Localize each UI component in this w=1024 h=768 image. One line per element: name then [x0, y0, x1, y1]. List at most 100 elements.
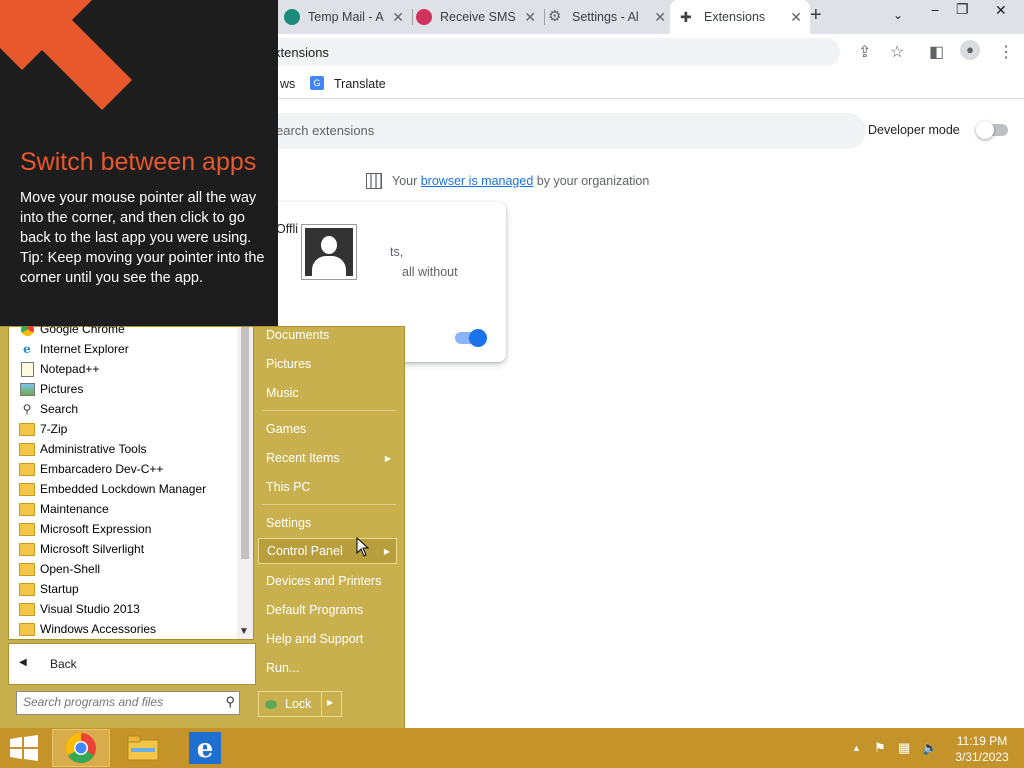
user-folder[interactable]: M4 [258, 291, 397, 317]
program-folder[interactable]: Administrative Tools [19, 439, 147, 459]
program-item[interactable]: e Internet Explorer [19, 339, 129, 359]
program-label: Visual Studio 2013 [40, 602, 140, 616]
menu-separator [262, 504, 396, 505]
pictures-item[interactable]: Pictures [258, 351, 397, 377]
taskbar-file-explorer[interactable] [114, 729, 172, 767]
share-icon[interactable]: ⇪ [858, 42, 871, 62]
program-label: Embarcadero Dev-C++ [40, 462, 164, 476]
clock-date: 3/31/2023 [955, 750, 1009, 764]
developer-mode-toggle[interactable] [976, 121, 1008, 139]
restore-icon[interactable]: ❐ [956, 1, 969, 18]
control-panel-item[interactable]: Control Panel ▶ [258, 538, 397, 564]
program-folder[interactable]: Windows Accessories [19, 619, 156, 639]
volume-muted-icon[interactable]: 🔈 [922, 740, 938, 756]
new-tab-button[interactable]: + [810, 4, 822, 27]
folder-icon [19, 601, 35, 617]
this-pc-item[interactable]: This PC [258, 474, 397, 500]
receive-sms-icon [416, 9, 432, 25]
scroll-down-icon[interactable]: ▼ [239, 626, 249, 637]
user-avatar[interactable] [301, 224, 357, 280]
taskbar-internet-explorer[interactable]: e [176, 729, 234, 767]
tooltip-title: Switch between apps [20, 148, 257, 176]
help-support-item[interactable]: Help and Support [258, 626, 397, 652]
profile-icon[interactable]: ● [960, 40, 980, 60]
browser-managed-link[interactable]: browser is managed [421, 174, 534, 188]
programs-list: Google Chrome e Internet Explorer Notepa… [8, 322, 254, 640]
show-hidden-icons-icon[interactable]: ▲ [852, 743, 861, 753]
close-icon[interactable]: ✕ [392, 9, 404, 26]
file-explorer-icon [127, 735, 159, 761]
extension-enable-toggle[interactable] [455, 329, 487, 347]
side-panel-icon[interactable]: ◧ [929, 42, 944, 62]
default-programs-item[interactable]: Default Programs [258, 597, 397, 623]
network-icon[interactable]: ▦ [898, 740, 910, 756]
extensions-search[interactable]: earch extensions [200, 113, 866, 149]
music-item[interactable]: Music [258, 380, 397, 406]
extensions-search-placeholder: earch extensions [276, 123, 375, 138]
submenu-arrow-icon: ▶ [384, 453, 391, 463]
lock-icon [265, 699, 277, 709]
lock-options-arrow-icon[interactable]: ▶ [327, 698, 333, 707]
lock-button[interactable]: Lock ▶ [258, 691, 342, 717]
folder-icon [19, 501, 35, 517]
close-icon[interactable]: ✕ [790, 9, 802, 26]
gear-icon: ⚙ [548, 8, 562, 25]
bookmark-news[interactable]: ws [280, 77, 295, 91]
program-folder[interactable]: Startup [19, 579, 79, 599]
extension-desc-line2: all without [402, 265, 458, 279]
window-close-icon[interactable]: ✕ [995, 2, 1007, 19]
programs-scrollbar[interactable]: ▼ [237, 327, 253, 639]
program-item[interactable]: Notepad++ [19, 359, 99, 379]
folder-icon [19, 481, 35, 497]
tooltip-text: Move your mouse pointer all the way into… [20, 190, 257, 246]
folder-icon [19, 581, 35, 597]
bookmark-star-icon[interactable]: ☆ [890, 42, 904, 62]
tab-temp-mail[interactable]: Temp Mail - A ✕ [276, 0, 413, 34]
program-folder[interactable]: Open-Shell [19, 559, 100, 579]
back-arrow-icon: ◀ [19, 657, 27, 668]
run-item[interactable]: Run... [258, 655, 397, 681]
search-programs-field[interactable] [17, 692, 219, 712]
tab-settings[interactable]: ⚙ Settings - Al ✕ [540, 0, 674, 34]
right-item-label: Recent Items [266, 451, 340, 465]
program-item[interactable]: Pictures [19, 379, 83, 399]
minimize-icon[interactable]: − [931, 2, 939, 18]
start-button[interactable] [0, 729, 48, 767]
program-folder[interactable]: 7-Zip [19, 419, 67, 439]
tab-receive-sms[interactable]: Receive SMS ✕ [408, 0, 545, 34]
mouse-cursor-icon [356, 537, 370, 557]
notepad-icon [19, 361, 35, 377]
recent-items-item[interactable]: Recent Items ▶ [258, 445, 397, 471]
search-programs-input[interactable]: ⚲ [16, 691, 240, 715]
program-folder[interactable]: Microsoft Silverlight [19, 539, 144, 559]
program-folder[interactable]: Visual Studio 2013 [19, 599, 140, 619]
tab-search-icon[interactable]: ⌄ [893, 8, 903, 22]
close-icon[interactable]: ✕ [524, 9, 536, 26]
program-label: Windows Accessories [40, 622, 157, 636]
devices-printers-item[interactable]: Devices and Printers [258, 568, 397, 594]
program-folder[interactable]: Microsoft Expression [19, 519, 151, 539]
magnifier-icon[interactable]: ⚲ [225, 694, 235, 710]
right-item-label: Settings [266, 516, 312, 530]
documents-item[interactable]: Documents [258, 322, 397, 348]
program-label: Maintenance [40, 502, 109, 516]
settings-item[interactable]: Settings [258, 510, 397, 536]
menu-kebab-icon[interactable]: ⋮ [998, 42, 1014, 62]
taskbar-chrome[interactable] [52, 729, 110, 767]
close-icon[interactable]: ✕ [654, 9, 666, 26]
games-item[interactable]: Games [258, 416, 397, 442]
program-folder[interactable]: Embedded Lockdown Manager [19, 479, 206, 499]
right-item-label: Music [266, 386, 299, 400]
program-folder[interactable]: Maintenance [19, 499, 109, 519]
tab-extensions[interactable]: ✚ Extensions ✕ [670, 0, 810, 34]
switch-apps-tooltip: Switch between apps Move your mouse poin… [0, 0, 278, 326]
program-item[interactable]: ⚲ Search [19, 399, 78, 419]
back-button[interactable]: ◀ Back [8, 643, 256, 685]
bookmark-translate[interactable]: Translate [334, 77, 386, 91]
scrollbar-thumb[interactable] [241, 327, 249, 559]
svg-text:e: e [197, 734, 214, 764]
system-clock[interactable]: 11:19 PM 3/31/2023 [946, 733, 1018, 765]
program-folder[interactable]: Embarcadero Dev-C++ [19, 459, 163, 479]
action-center-flag-icon[interactable]: ⚑ [874, 740, 886, 756]
lock-label: Lock [285, 697, 312, 711]
